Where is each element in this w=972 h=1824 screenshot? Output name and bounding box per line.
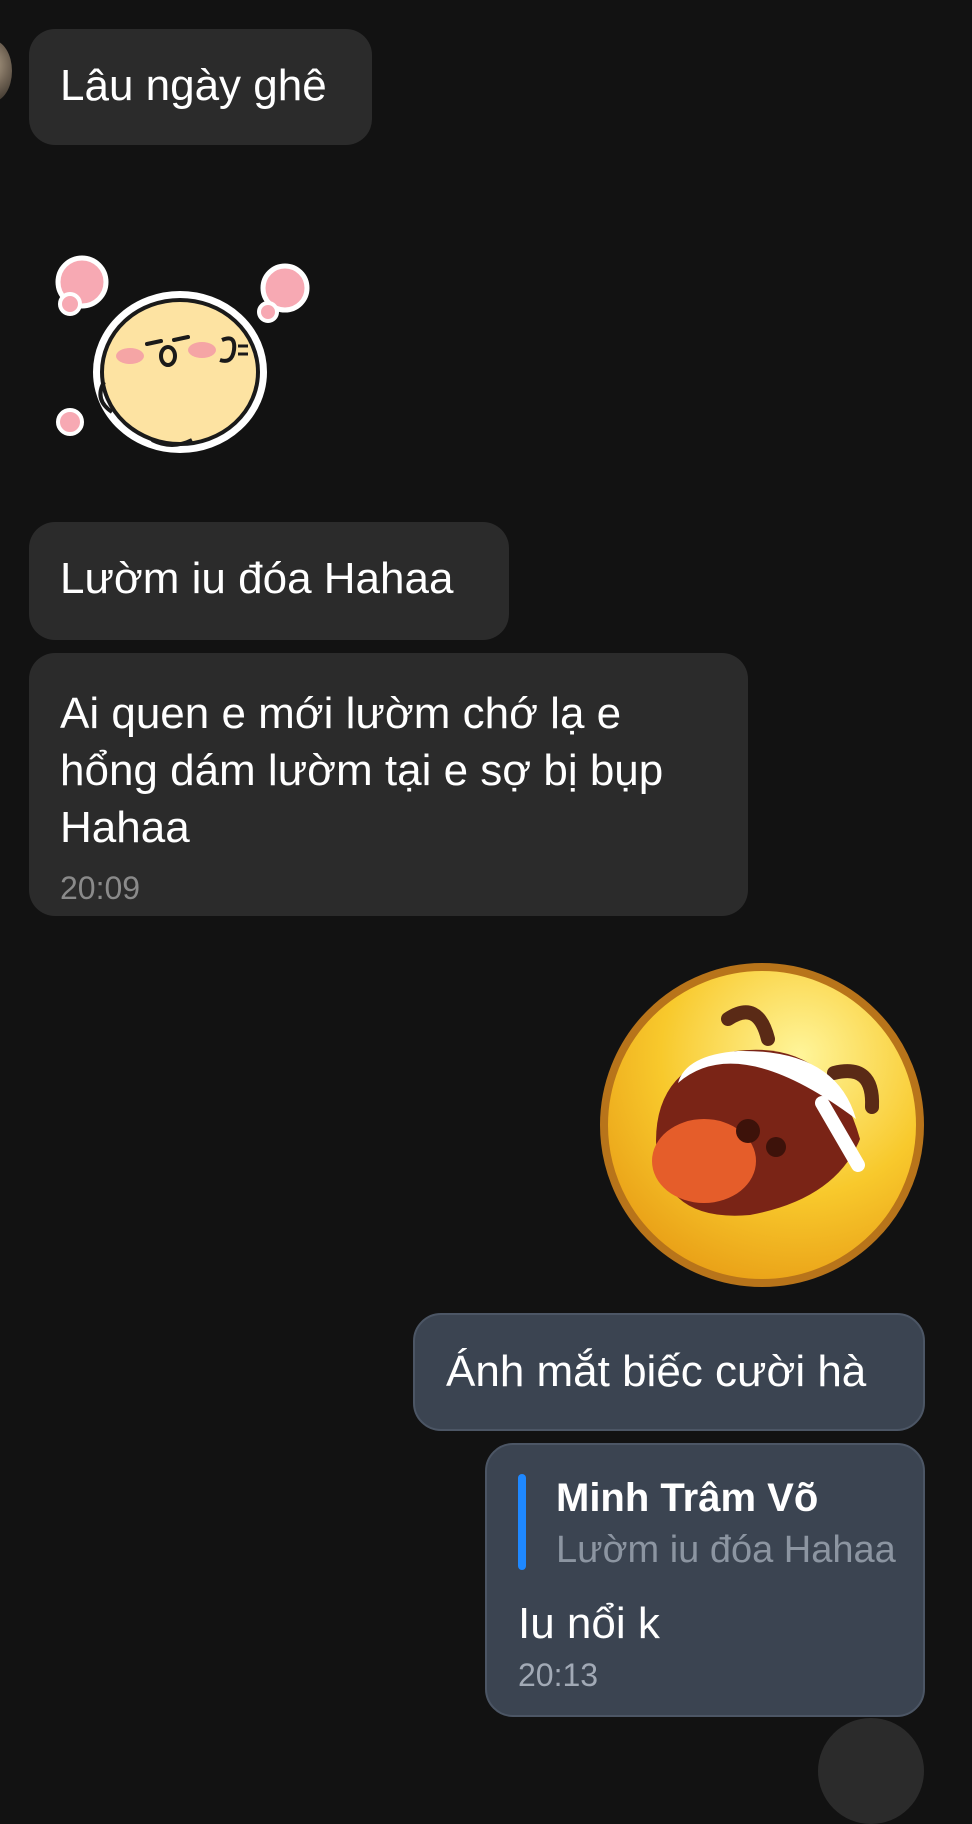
message-text: Ánh mắt biếc cười hà: [446, 1347, 867, 1396]
outgoing-reply-bubble[interactable]: Minh Trâm Võ Lườm iu đóa Hahaa Iu nổi k …: [485, 1443, 925, 1717]
message-timestamp: 20:13: [518, 1657, 599, 1693]
quoted-message-text[interactable]: Lườm iu đóa Hahaa: [556, 1527, 896, 1573]
laughing-emoji-icon[interactable]: [598, 961, 926, 1289]
quote-bar: [518, 1474, 526, 1570]
message-text: Lườm iu đóa Hahaa: [60, 554, 454, 603]
message-text: Lâu ngày ghê: [60, 61, 327, 110]
chick-sticker-icon[interactable]: [52, 252, 322, 462]
scroll-down-button[interactable]: [818, 1718, 924, 1824]
incoming-message-bubble[interactable]: Lườm iu đóa Hahaa: [29, 522, 509, 640]
incoming-message-bubble[interactable]: Ai quen e mới lườm chớ lạ e hổng dám lườ…: [29, 653, 748, 916]
contact-avatar[interactable]: [0, 40, 12, 102]
outgoing-message-bubble[interactable]: Ánh mắt biếc cười hà: [413, 1313, 925, 1431]
message-text: Ai quen e mới lườm chớ lạ e hổng dám lườ…: [60, 689, 664, 852]
incoming-message-bubble[interactable]: Lâu ngày ghê: [29, 29, 372, 145]
message-text: Iu nổi k: [518, 1599, 660, 1648]
message-timestamp: 20:09: [60, 870, 141, 906]
quoted-sender-name[interactable]: Minh Trâm Võ: [556, 1475, 818, 1521]
